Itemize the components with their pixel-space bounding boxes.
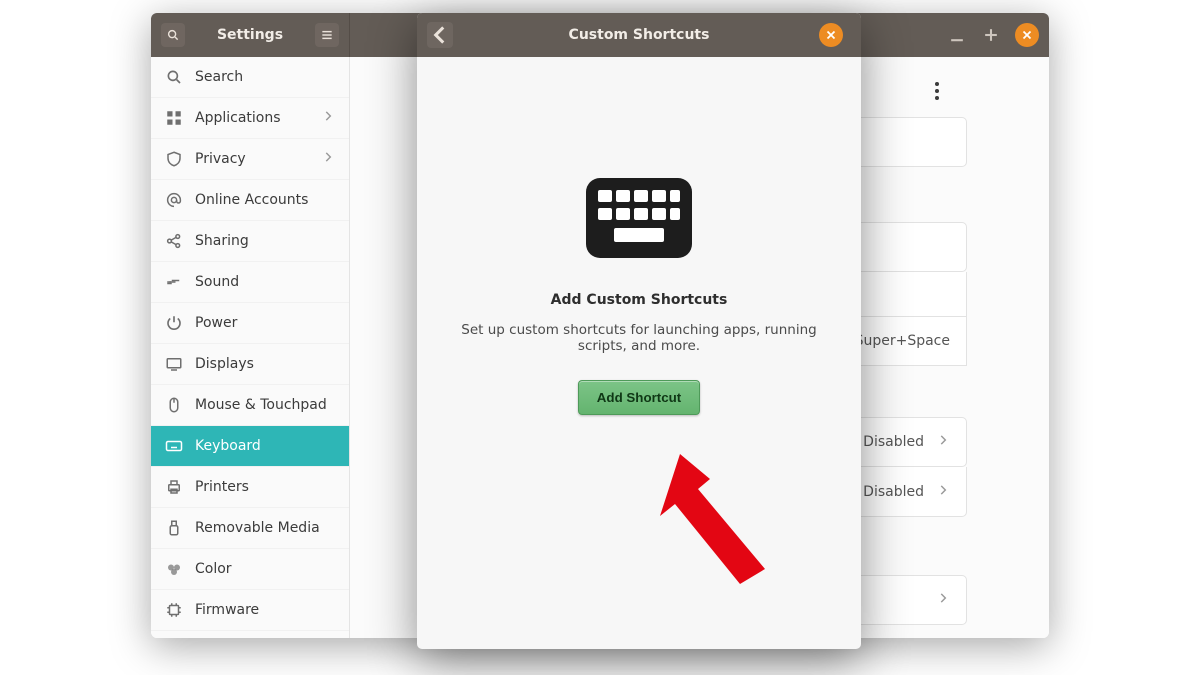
back-icon[interactable]	[427, 22, 453, 48]
sidebar-item-firmware[interactable]: Firmware	[151, 590, 349, 631]
display-icon	[165, 355, 183, 373]
sidebar-item-label: Keyboard	[195, 438, 261, 454]
sidebar-item-mouse-touchpad[interactable]: Mouse & Touchpad	[151, 385, 349, 426]
sidebar-item-label: Sound	[195, 274, 239, 290]
settings-title: Settings	[217, 27, 283, 43]
sidebar-item-label: Firmware	[195, 602, 259, 618]
sound-icon	[165, 273, 183, 291]
sidebar-item-color[interactable]: Color	[151, 549, 349, 590]
sidebar-item-label: Sharing	[195, 233, 249, 249]
sidebar-item-applications[interactable]: Applications	[151, 98, 349, 139]
close-icon[interactable]	[819, 23, 843, 47]
sidebar-item-label: Mouse & Touchpad	[195, 397, 327, 413]
sidebar-item-label: Applications	[195, 110, 281, 126]
sidebar-item-power[interactable]: Power	[151, 303, 349, 344]
shortcut-status: Disabled	[863, 434, 924, 450]
window-controls	[947, 23, 1049, 47]
at-icon	[165, 191, 183, 209]
chevron-right-icon	[936, 591, 950, 609]
dialog-body: Add Custom Shortcuts Set up custom short…	[417, 57, 861, 649]
shortcut-status: Disabled	[863, 484, 924, 500]
share-icon	[165, 232, 183, 250]
settings-sidebar-header: Settings	[151, 13, 350, 57]
add-shortcut-button[interactable]: Add Shortcut	[578, 380, 700, 415]
sidebar-item-label: Power	[195, 315, 237, 331]
sidebar-item-label: Online Accounts	[195, 192, 308, 208]
search-icon	[165, 68, 183, 86]
search-icon[interactable]	[161, 23, 185, 47]
keyboard-icon	[584, 172, 694, 268]
kebab-icon[interactable]	[925, 79, 949, 103]
dialog-description: Set up custom shortcuts for launching ap…	[437, 322, 841, 354]
chevron-right-icon	[936, 433, 950, 451]
sidebar-item-sound[interactable]: Sound	[151, 262, 349, 303]
chevron-right-icon	[321, 109, 335, 127]
sidebar-item-label: Printers	[195, 479, 249, 495]
sidebar-item-keyboard[interactable]: Keyboard	[151, 426, 349, 467]
custom-shortcuts-dialog: Custom Shortcuts Add Custom Shortcuts Se…	[417, 13, 861, 649]
sidebar-item-label: Color	[195, 561, 232, 577]
color-icon	[165, 560, 183, 578]
sidebar-item-displays[interactable]: Displays	[151, 344, 349, 385]
shortcut-value: Super+Space	[855, 333, 950, 349]
close-icon[interactable]	[1015, 23, 1039, 47]
keyboard-icon	[165, 437, 183, 455]
printer-icon	[165, 478, 183, 496]
chip-icon	[165, 601, 183, 619]
dialog-title: Custom Shortcuts	[569, 27, 710, 43]
chevron-right-icon	[321, 150, 335, 168]
sidebar-item-printers[interactable]: Printers	[151, 467, 349, 508]
apps-icon	[165, 109, 183, 127]
sidebar-item-privacy[interactable]: Privacy	[151, 139, 349, 180]
sidebar-item-label: Removable Media	[195, 520, 320, 536]
maximize-icon[interactable]	[981, 25, 1001, 45]
sidebar-item-label: Search	[195, 69, 243, 85]
settings-sidebar: Search Applications Privacy Online Accounts…	[151, 57, 350, 638]
sidebar-item-removable-media[interactable]: Removable Media	[151, 508, 349, 549]
shield-icon	[165, 150, 183, 168]
minimize-icon[interactable]	[947, 25, 967, 45]
sidebar-item-sharing[interactable]: Sharing	[151, 221, 349, 262]
usb-icon	[165, 519, 183, 537]
mouse-icon	[165, 396, 183, 414]
dialog-titlebar: Custom Shortcuts	[417, 13, 861, 57]
power-icon	[165, 314, 183, 332]
sidebar-item-label: Privacy	[195, 151, 246, 167]
hamburger-icon[interactable]	[315, 23, 339, 47]
sidebar-item-label: Displays	[195, 356, 254, 372]
sidebar-item-search[interactable]: Search	[151, 57, 349, 98]
dialog-heading: Add Custom Shortcuts	[551, 292, 728, 308]
sidebar-item-online-accounts[interactable]: Online Accounts	[151, 180, 349, 221]
chevron-right-icon	[936, 483, 950, 501]
